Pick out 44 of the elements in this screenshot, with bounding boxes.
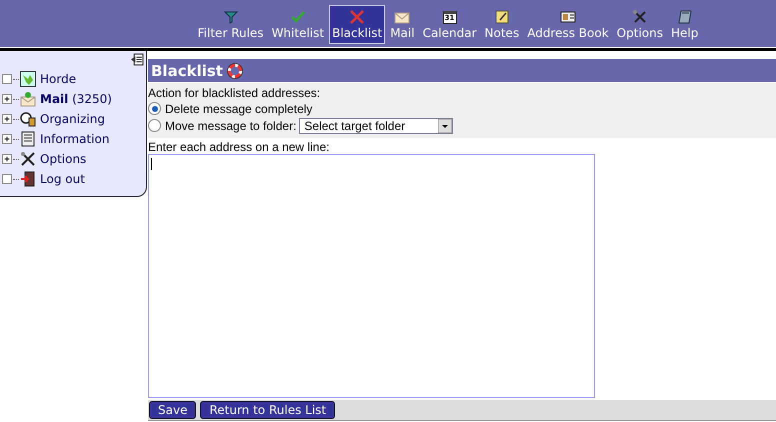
expand-toggle[interactable] (2, 134, 12, 144)
lifebuoy-icon[interactable] (226, 62, 243, 78)
tools-icon (632, 9, 648, 25)
sidebar-item[interactable]: Information (40, 132, 110, 146)
check-icon (290, 9, 306, 25)
sidebar-item[interactable]: Organizing (40, 112, 105, 126)
map-icon (20, 71, 36, 87)
toolbar-button[interactable]: Mail (387, 5, 418, 44)
sidebar-item[interactable]: Log out (40, 172, 85, 186)
toolbar-button[interactable]: Notes (482, 5, 522, 44)
envelope-icon (20, 91, 36, 107)
addresses-label: Enter each address on a new line: (148, 140, 330, 154)
doc-icon (20, 131, 36, 147)
folder-select[interactable]: Select target folder (299, 118, 454, 134)
radio-label[interactable]: Delete message completely (165, 102, 312, 116)
collapse-sidebar-icon[interactable] (131, 53, 144, 66)
toolbar-button[interactable]: Help (668, 5, 702, 44)
expand-toggle[interactable] (2, 94, 12, 104)
sidebar-item[interactable]: Horde (40, 72, 76, 86)
radio-button[interactable] (148, 102, 161, 115)
expand-toggle[interactable] (2, 114, 12, 124)
card-icon (560, 9, 576, 25)
sidebar-item[interactable]: Options (40, 152, 86, 166)
toolbar-button[interactable]: Whitelist (268, 5, 328, 44)
form-button[interactable]: Return to Rules List (200, 401, 336, 419)
note-icon (494, 9, 510, 25)
toolbar-button[interactable]: Address Book (524, 5, 612, 44)
filter-icon (222, 9, 239, 25)
form-button[interactable]: Save (149, 401, 196, 419)
door-icon (20, 171, 36, 187)
action-label: Action for blacklisted addresses: (148, 86, 322, 100)
dropdown-arrow-icon (438, 118, 452, 132)
book-icon (676, 9, 693, 25)
gears-icon (20, 111, 36, 127)
cross-icon (349, 9, 366, 25)
toolbar-button[interactable]: Blacklist (329, 5, 386, 44)
toolbar-button[interactable]: Options (614, 5, 666, 44)
tools-icon (20, 151, 36, 167)
radio-button[interactable] (148, 119, 161, 132)
sidebar-item[interactable]: Mail (3250) (40, 92, 112, 106)
expand-toggle[interactable] (2, 154, 12, 164)
toolbar-button[interactable]: Filter Rules (194, 5, 267, 44)
radio-label[interactable]: Move message to folder: (165, 118, 296, 132)
page-title: Blacklist (151, 62, 223, 80)
